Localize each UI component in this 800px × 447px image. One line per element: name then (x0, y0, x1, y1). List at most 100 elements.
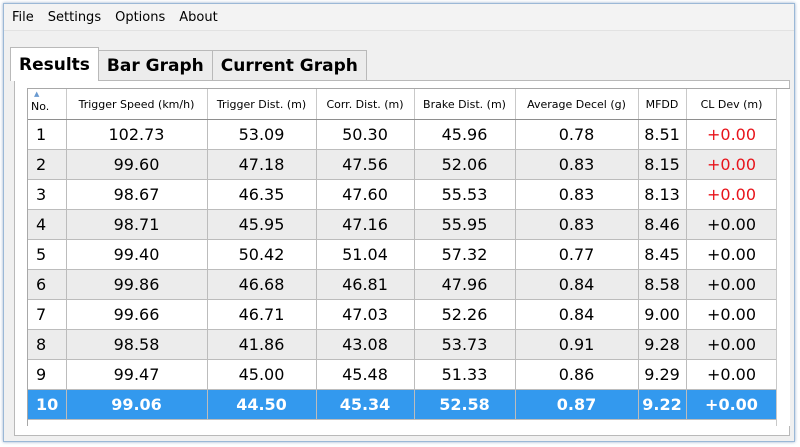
table-cell[interactable]: 4 (28, 209, 67, 240)
table-cell[interactable]: 52.06 (414, 149, 516, 180)
table-cell[interactable]: 99.60 (66, 149, 208, 180)
table-cell[interactable]: +0.00 (686, 149, 778, 180)
table-cell[interactable]: 6 (28, 269, 67, 300)
table-cell[interactable]: 7 (28, 299, 67, 330)
table-cell[interactable]: 50.42 (207, 239, 317, 270)
table-cell[interactable]: 45.96 (414, 119, 516, 150)
table-cell[interactable]: 8.45 (638, 239, 687, 270)
table-cell[interactable]: 1 (28, 119, 67, 150)
table-cell[interactable]: 10 (28, 389, 67, 420)
table-cell[interactable]: 0.84 (515, 269, 639, 300)
table-cell[interactable]: 50.30 (316, 119, 415, 150)
column-header-trigger-speed[interactable]: Trigger Speed (km/h) (66, 89, 208, 120)
table-cell[interactable]: 8.58 (638, 269, 687, 300)
table-row[interactable]: 6 99.86 46.68 46.81 47.96 0.84 8.58 +0.00 (28, 269, 778, 300)
table-cell[interactable]: 45.00 (207, 359, 317, 390)
table-cell[interactable]: +0.00 (686, 239, 778, 270)
menu-file[interactable]: File (12, 10, 34, 25)
table-cell[interactable]: 47.96 (414, 269, 516, 300)
table-row[interactable]: 3 98.67 46.35 47.60 55.53 0.83 8.13 +0.00 (28, 179, 778, 210)
table-cell[interactable]: 0.87 (515, 389, 639, 420)
table-cell[interactable]: 8.15 (638, 149, 687, 180)
table-cell[interactable]: 0.86 (515, 359, 639, 390)
table-cell[interactable]: +0.00 (686, 329, 778, 360)
table-cell[interactable]: 9.22 (638, 389, 687, 420)
table-row[interactable]: 5 99.40 50.42 51.04 57.32 0.77 8.45 +0.00 (28, 239, 778, 270)
column-header-corr-dist[interactable]: Corr. Dist. (m) (316, 89, 415, 120)
table-cell[interactable]: 43.08 (316, 329, 415, 360)
table-cell[interactable]: 102.73 (66, 119, 208, 150)
table-cell[interactable]: 99.86 (66, 269, 208, 300)
table-cell[interactable]: 9.28 (638, 329, 687, 360)
table-cell[interactable]: 55.53 (414, 179, 516, 210)
table-cell[interactable]: +0.00 (686, 269, 778, 300)
column-header-mfdd[interactable]: MFDD (638, 89, 687, 120)
table-cell[interactable]: +0.00 (686, 179, 778, 210)
table-cell[interactable]: 99.06 (66, 389, 208, 420)
table-cell[interactable]: 47.16 (316, 209, 415, 240)
table-cell[interactable]: +0.00 (686, 119, 778, 150)
tab-current-graph[interactable]: Current Graph (211, 50, 367, 80)
table-cell[interactable]: 52.26 (414, 299, 516, 330)
table-cell[interactable]: 5 (28, 239, 67, 270)
table-cell[interactable]: 2 (28, 149, 67, 180)
table-cell[interactable]: 9 (28, 359, 67, 390)
table-cell[interactable]: 8.13 (638, 179, 687, 210)
table-cell[interactable]: 98.71 (66, 209, 208, 240)
table-cell[interactable]: 0.83 (515, 149, 639, 180)
table-cell[interactable]: 0.83 (515, 209, 639, 240)
table-cell[interactable]: 46.71 (207, 299, 317, 330)
table-row[interactable]: 1 102.73 53.09 50.30 45.96 0.78 8.51 +0.00 (28, 119, 778, 150)
menu-settings[interactable]: Settings (48, 10, 101, 25)
tab-bar-graph[interactable]: Bar Graph (97, 50, 213, 80)
table-cell[interactable]: 0.77 (515, 239, 639, 270)
menu-options[interactable]: Options (115, 10, 165, 25)
table-row[interactable]: 8 98.58 41.86 43.08 53.73 0.91 9.28 +0.00 (28, 329, 778, 360)
table-cell[interactable]: 47.18 (207, 149, 317, 180)
column-header-no[interactable]: ▲ No. (28, 89, 67, 120)
table-cell[interactable]: 98.58 (66, 329, 208, 360)
table-cell[interactable]: 51.33 (414, 359, 516, 390)
table-cell[interactable]: 0.83 (515, 179, 639, 210)
table-cell[interactable]: 52.58 (414, 389, 516, 420)
table-cell[interactable]: 47.60 (316, 179, 415, 210)
table-cell[interactable]: 53.09 (207, 119, 317, 150)
table-cell[interactable]: 99.66 (66, 299, 208, 330)
table-cell[interactable]: 3 (28, 179, 67, 210)
column-header-brake-dist[interactable]: Brake Dist. (m) (414, 89, 516, 120)
table-cell[interactable]: 55.95 (414, 209, 516, 240)
table-cell[interactable]: 9.00 (638, 299, 687, 330)
table-cell[interactable]: 45.95 (207, 209, 317, 240)
table-cell[interactable]: 51.04 (316, 239, 415, 270)
table-cell[interactable]: 45.34 (316, 389, 415, 420)
table-cell[interactable]: +0.00 (686, 209, 778, 240)
table-cell[interactable]: 0.91 (515, 329, 639, 360)
table-row[interactable]: 10 99.06 44.50 45.34 52.58 0.87 9.22 +0.00 (28, 389, 778, 420)
table-cell[interactable]: +0.00 (686, 359, 778, 390)
table-row[interactable]: 2 99.60 47.18 47.56 52.06 0.83 8.15 +0.00 (28, 149, 778, 180)
column-header-cl-dev[interactable]: CL Dev (m) (686, 89, 778, 120)
table-cell[interactable]: 0.84 (515, 299, 639, 330)
table-cell[interactable]: 99.40 (66, 239, 208, 270)
table-cell[interactable]: 99.47 (66, 359, 208, 390)
table-cell[interactable]: 98.67 (66, 179, 208, 210)
table-cell[interactable]: 46.68 (207, 269, 317, 300)
table-cell[interactable]: 53.73 (414, 329, 516, 360)
table-cell[interactable]: 44.50 (207, 389, 317, 420)
table-cell[interactable]: 46.35 (207, 179, 317, 210)
table-cell[interactable]: 8 (28, 329, 67, 360)
column-header-trigger-dist[interactable]: Trigger Dist. (m) (207, 89, 317, 120)
table-row[interactable]: 4 98.71 45.95 47.16 55.95 0.83 8.46 +0.00 (28, 209, 778, 240)
table-cell[interactable]: +0.00 (686, 299, 778, 330)
table-cell[interactable]: 41.86 (207, 329, 317, 360)
table-cell[interactable]: 47.03 (316, 299, 415, 330)
table-cell[interactable]: 8.51 (638, 119, 687, 150)
table-cell[interactable]: 57.32 (414, 239, 516, 270)
table-row[interactable]: 7 99.66 46.71 47.03 52.26 0.84 9.00 +0.00 (28, 299, 778, 330)
table-cell[interactable]: 9.29 (638, 359, 687, 390)
table-cell[interactable]: 46.81 (316, 269, 415, 300)
table-cell[interactable]: 8.46 (638, 209, 687, 240)
column-header-average-decel[interactable]: Average Decel (g) (515, 89, 639, 120)
table-cell[interactable]: 45.48 (316, 359, 415, 390)
table-cell[interactable]: 0.78 (515, 119, 639, 150)
